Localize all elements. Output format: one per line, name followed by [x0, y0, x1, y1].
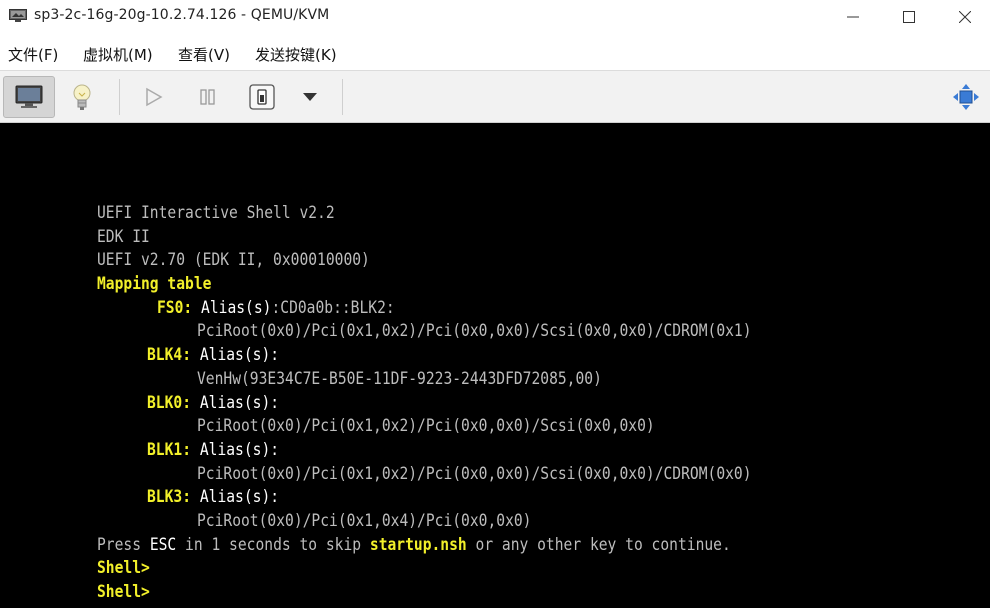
pause-button[interactable]	[182, 76, 234, 118]
console-line-blk0-path: PciRoot(0x0)/Pci(0x1,0x2)/Pci(0x0,0x0)/S…	[197, 416, 655, 436]
blk0-label: BLK0:	[147, 393, 192, 413]
toolbar	[0, 70, 990, 123]
close-icon	[959, 11, 971, 23]
console-line-blk4: BLK4: Alias(s):	[147, 344, 279, 366]
console-line-startup-prompt: Press ESC in 1 seconds to skip startup.n…	[97, 534, 731, 556]
details-button[interactable]	[56, 76, 108, 118]
window-title: sp3-2c-16g-20g-10.2.74.126 - QEMU/KVM	[34, 7, 330, 23]
blk3-label: BLK3:	[147, 487, 192, 507]
menu-sendkey[interactable]: 发送按键(K)	[255, 44, 337, 65]
run-button[interactable]	[128, 76, 180, 118]
console-line-fs0: FS0: Alias(s):CD0a0b::BLK2:	[157, 297, 395, 319]
vm-console[interactable]: UEFI Interactive Shell v2.2 EDK II UEFI …	[0, 123, 990, 608]
maximize-icon	[903, 11, 915, 23]
console-line-shell-prompt-1: Shell>	[97, 558, 150, 578]
maximize-button[interactable]	[882, 0, 936, 34]
console-line-blk0: BLK0: Alias(s):	[147, 392, 279, 414]
run-play-icon	[146, 87, 163, 107]
toolbar-separator	[342, 79, 343, 115]
console-line-shell-version: UEFI Interactive Shell v2.2	[97, 203, 335, 223]
blk1-alias-label: Alias(s):	[199, 440, 280, 460]
menu-file[interactable]: 文件(F)	[8, 44, 58, 65]
shutdown-button[interactable]	[236, 76, 288, 118]
console-line-mapping-table: Mapping table	[97, 274, 212, 294]
console-line-fs0-path: PciRoot(0x0)/Pci(0x1,0x2)/Pci(0x0,0x0)/S…	[197, 321, 752, 341]
fs0-label: FS0:	[157, 298, 193, 318]
minimize-icon	[847, 16, 859, 18]
console-line-blk4-path: VenHw(93E34C7E-B50E-11DF-9223-2443DFD720…	[197, 369, 602, 389]
esc-key-text: ESC	[149, 535, 177, 555]
blk4-alias-label: Alias(s):	[199, 345, 280, 365]
blk4-label: BLK4:	[147, 345, 192, 365]
toolbar-separator	[119, 79, 120, 115]
press-text-c: or any other key to continue.	[466, 535, 731, 555]
blk3-alias-label: Alias(s):	[199, 487, 280, 507]
menu-vm[interactable]: 虚拟机(M)	[83, 44, 153, 65]
shutdown-icon	[249, 84, 275, 110]
fs0-alias-label: Alias(s)	[201, 298, 272, 318]
minimize-button[interactable]	[826, 0, 880, 34]
console-line-blk1: BLK1: Alias(s):	[147, 439, 279, 461]
console-line-blk3-path: PciRoot(0x0)/Pci(0x1,0x4)/Pci(0x0,0x0)	[197, 511, 532, 531]
console-line-blk3: BLK3: Alias(s):	[147, 486, 279, 508]
shutdown-dropdown-button[interactable]	[284, 76, 336, 118]
window-titlebar: sp3-2c-16g-20g-10.2.74.126 - QEMU/KVM	[0, 0, 990, 34]
startup-nsh-text: startup.nsh	[369, 535, 467, 555]
fs0-alias-value: :CD0a0b::BLK2:	[271, 298, 395, 318]
pause-icon	[200, 89, 215, 105]
fullscreen-button[interactable]	[940, 76, 990, 118]
blk1-label: BLK1:	[147, 440, 192, 460]
console-button[interactable]	[3, 76, 55, 118]
console-line-uefi-version: UEFI v2.70 (EDK II, 0x00010000)	[97, 250, 370, 270]
console-monitor-icon	[15, 85, 43, 108]
console-line-blk1-path: PciRoot(0x0)/Pci(0x1,0x2)/Pci(0x0,0x0)/S…	[197, 464, 752, 484]
monitor-app-icon	[9, 9, 27, 22]
close-button[interactable]	[938, 0, 990, 34]
console-line-edk: EDK II	[97, 227, 150, 247]
blk0-alias-label: Alias(s):	[199, 393, 280, 413]
menu-view[interactable]: 查看(V)	[178, 44, 230, 65]
dropdown-arrow-icon	[303, 93, 317, 101]
console-line-shell-prompt-2: Shell>	[97, 582, 150, 602]
press-text-b: in 1 seconds to skip	[176, 535, 370, 555]
menu-bar: 文件(F) 虚拟机(M) 查看(V) 发送按键(K)	[0, 34, 990, 70]
press-text-a: Press	[97, 535, 150, 555]
details-lightbulb-icon	[73, 84, 91, 110]
fullscreen-move-icon	[953, 84, 979, 110]
